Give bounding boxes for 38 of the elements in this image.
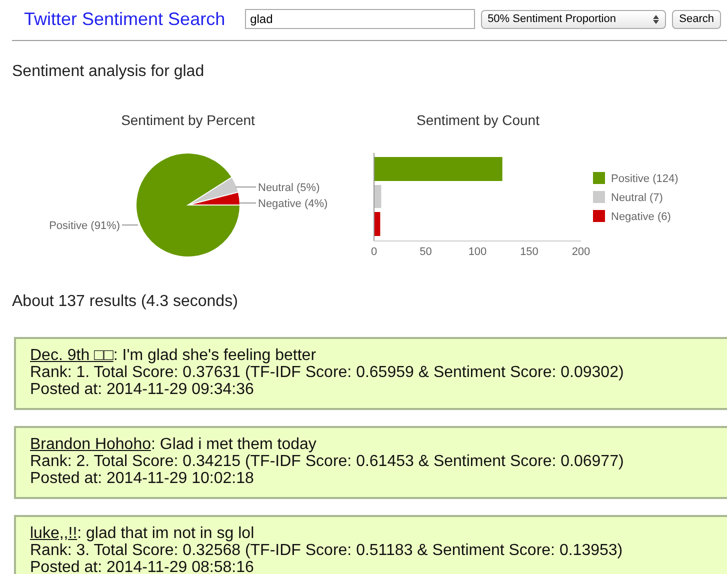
- tick-label: 50: [420, 246, 432, 258]
- legend-label: Positive (124): [611, 173, 678, 185]
- leader-line: [239, 202, 256, 204]
- tick-label: 100: [468, 246, 487, 258]
- tick-label: 150: [520, 246, 538, 258]
- search-button[interactable]: Search: [672, 10, 721, 28]
- search-field[interactable]: glad: [245, 9, 475, 29]
- leader-line: [122, 224, 138, 226]
- score-line: Rank: 2. Total Score: 0.34215 (TF-IDF Score: 0.61453 & Sentiment Score: 0.06977): [30, 453, 625, 470]
- user-link[interactable]: Brandon Hohoho: [30, 436, 151, 453]
- legend-label: Neutral (7): [611, 192, 663, 204]
- results-summary: About 137 results (4.3 seconds): [12, 293, 239, 311]
- updown-arrows-icon: [653, 14, 660, 24]
- chart-title: Sentiment by Count: [416, 112, 540, 128]
- legend-swatch: [593, 172, 605, 184]
- chart-title: Sentiment by Percent: [121, 112, 255, 128]
- tick-label: 200: [572, 246, 590, 258]
- tick-label: 0: [370, 246, 378, 258]
- legend-swatch: [593, 210, 605, 222]
- tweet-text: : glad that im not in sg lol: [77, 525, 254, 542]
- slice-label: Positive (91%): [49, 220, 120, 232]
- user-link[interactable]: Dec. 9th □□: [30, 347, 114, 364]
- score-line: Rank: 1. Total Score: 0.37631 (TF-IDF Score: 0.65959 & Sentiment Score: 0.09302): [30, 364, 625, 381]
- slice-label: Negative (4%): [258, 198, 328, 210]
- legend-swatch: [593, 191, 605, 203]
- tweet-text: : Glad i met them today: [150, 436, 316, 453]
- legend-label: Negative (6): [611, 211, 671, 223]
- leader-line: [235, 186, 256, 188]
- posted-time: Posted at: 2014-11-29 09:34:36: [30, 381, 255, 398]
- slice-label: Neutral (5%): [258, 182, 320, 194]
- user-link[interactable]: luke,,!!: [30, 525, 78, 542]
- proportion-dropdown[interactable]: 50% Sentiment Proportion: [480, 10, 666, 28]
- score-line: Rank: 3. Total Score: 0.32568 (TF-IDF Score: 0.51183 & Sentiment Score: 0.13953): [30, 542, 624, 559]
- app-title: Twitter Sentiment Search: [24, 8, 226, 30]
- tweet-text: : I'm glad she's feeling better: [113, 347, 316, 364]
- posted-time: Posted at: 2014-11-29 08:58:16: [30, 559, 255, 574]
- posted-time: Posted at: 2014-11-29 10:02:18: [30, 470, 255, 487]
- analysis-heading: Sentiment analysis for glad: [12, 63, 206, 81]
